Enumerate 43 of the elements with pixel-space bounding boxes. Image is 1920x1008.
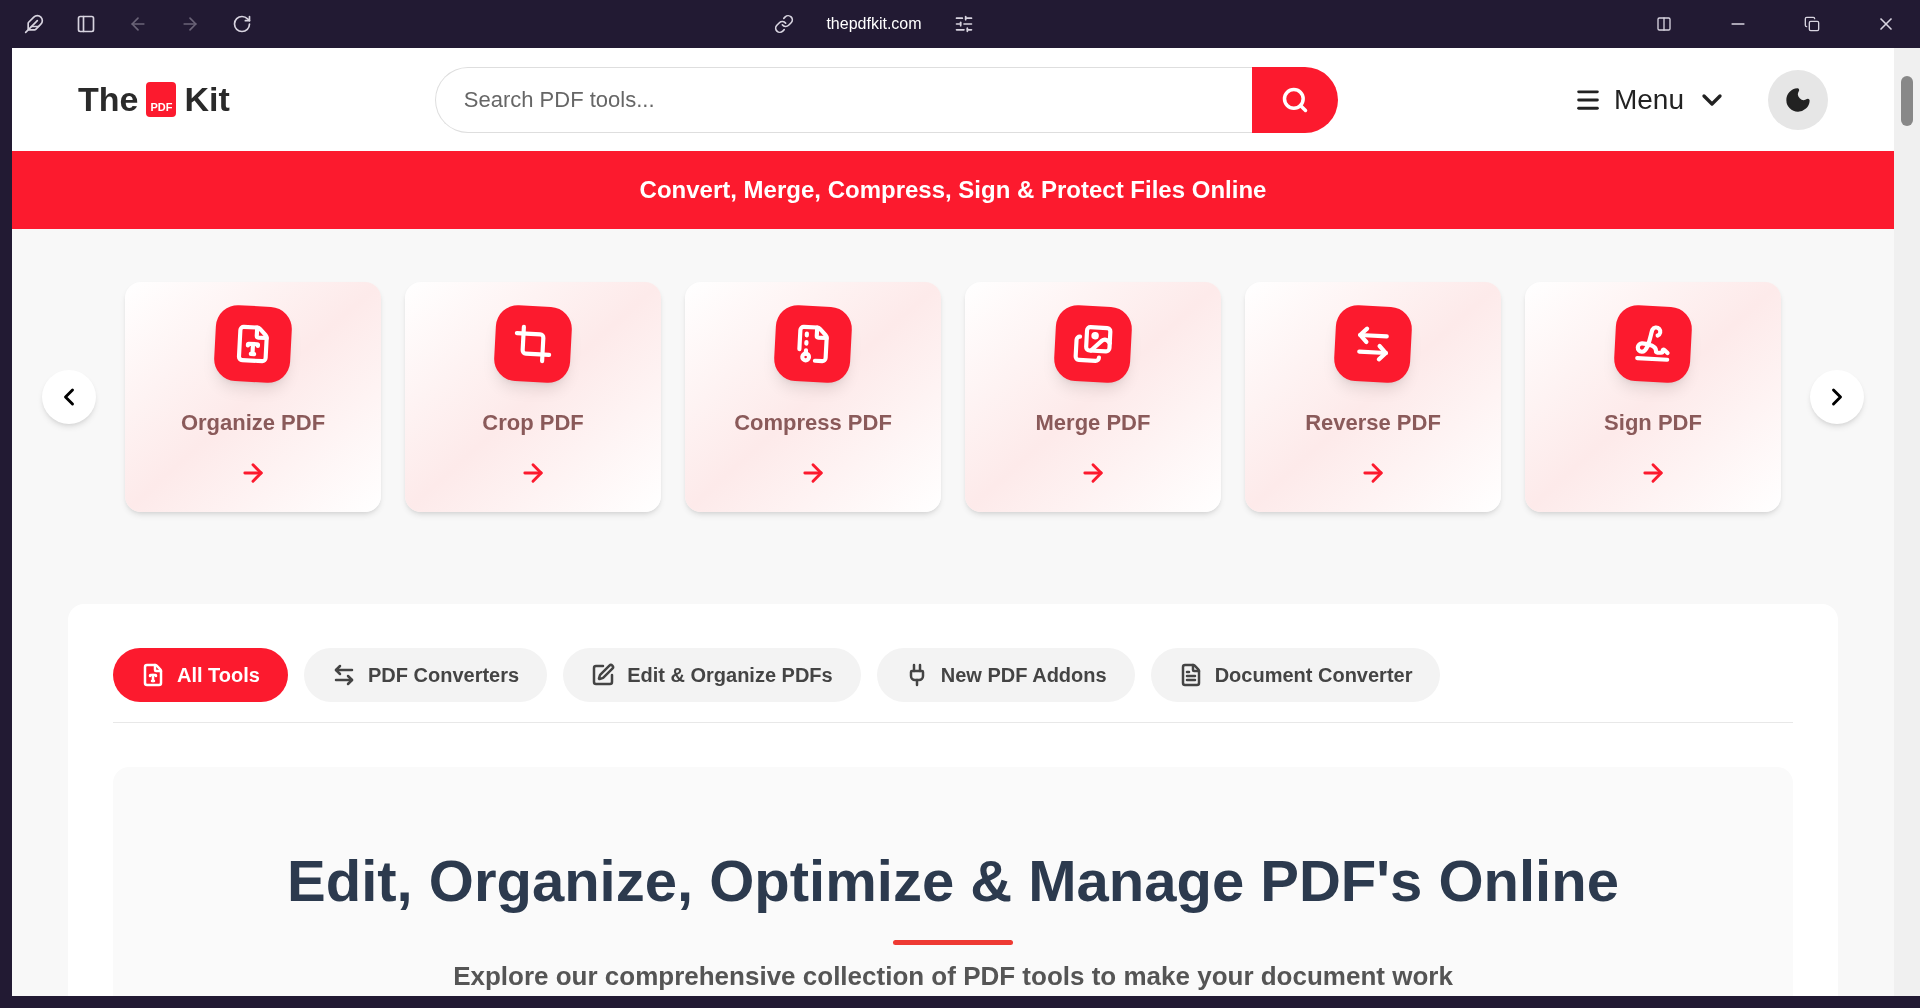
tool-card[interactable]: Crop PDF bbox=[405, 282, 661, 512]
category-tab[interactable]: Edit & Organize PDFs bbox=[563, 648, 861, 702]
tool-icon bbox=[1072, 323, 1114, 365]
restore-icon[interactable] bbox=[1804, 16, 1820, 32]
tool-label: Organize PDF bbox=[180, 409, 326, 437]
search-button[interactable] bbox=[1251, 66, 1338, 133]
tool-card[interactable]: Compress PDF bbox=[685, 282, 941, 512]
sidebar-icon[interactable] bbox=[76, 14, 96, 34]
reload-icon[interactable] bbox=[232, 14, 252, 34]
tab-icon bbox=[141, 663, 165, 687]
browser-logo-icon[interactable] bbox=[24, 14, 44, 34]
menu-button[interactable]: Menu bbox=[1573, 78, 1728, 121]
hero-title: Edit, Organize, Optimize & Manage PDF's Online bbox=[287, 847, 1619, 915]
split-view-icon[interactable] bbox=[1656, 16, 1672, 32]
tab-icon bbox=[591, 663, 616, 687]
tool-label: Compress PDF bbox=[734, 409, 892, 437]
moon-icon bbox=[1784, 85, 1812, 114]
search-field[interactable]: Search PDF tools... bbox=[434, 66, 1252, 133]
address-bar[interactable]: thepdfkit.com bbox=[826, 12, 922, 36]
previous-button[interactable] bbox=[42, 370, 96, 424]
category-tab[interactable]: All Tools bbox=[113, 648, 288, 702]
scrollbar[interactable] bbox=[1894, 48, 1920, 996]
tool-card[interactable]: Reverse PDF bbox=[1245, 282, 1501, 512]
category-tab[interactable]: New PDF Addons bbox=[876, 648, 1135, 702]
tool-label: Merge PDF bbox=[1035, 409, 1151, 437]
hero-subtitle: Explore our comprehensive collection of PDF tools to make your document work bbox=[453, 960, 1453, 993]
link-icon[interactable] bbox=[774, 14, 795, 34]
tool-label: Sign PDF bbox=[1604, 409, 1702, 437]
tool-label: Crop PDF bbox=[482, 409, 584, 437]
logo-text: The bbox=[78, 79, 139, 120]
search-icon bbox=[1280, 85, 1309, 114]
tool-card[interactable]: Merge PDF bbox=[965, 282, 1221, 512]
settings-icon[interactable] bbox=[953, 14, 974, 34]
banner: Convert, Merge, Compress, Sign & Protect Files Online bbox=[12, 151, 1894, 229]
tool-icon bbox=[512, 323, 554, 365]
tool-label: Reverse PDF bbox=[1305, 409, 1441, 437]
logo-text: Kit bbox=[184, 79, 230, 120]
tool-card[interactable]: Sign PDF bbox=[1525, 282, 1781, 512]
category-tab[interactable]: Document Converter bbox=[1150, 648, 1441, 702]
logo-badge: PDF bbox=[146, 82, 177, 117]
category-tab[interactable]: PDF Converters bbox=[303, 648, 548, 702]
tool-card[interactable]: Organize PDF bbox=[125, 282, 381, 512]
next-button[interactable] bbox=[1810, 370, 1864, 424]
